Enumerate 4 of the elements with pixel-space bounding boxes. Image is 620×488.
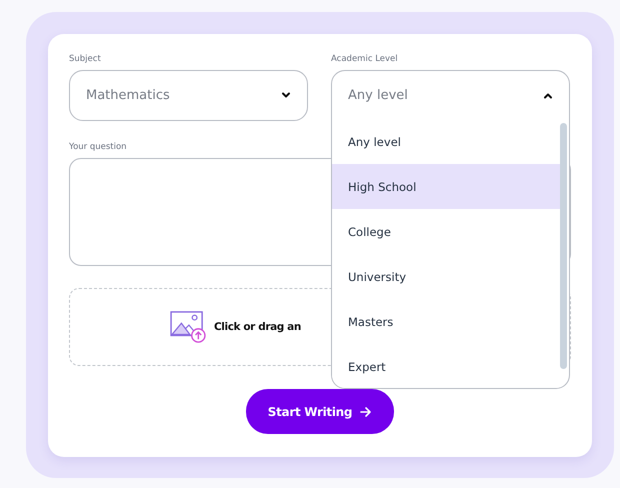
upload-text: Click or drag an [214, 321, 301, 333]
field-label: Academic Level [331, 54, 398, 64]
field-label: Subject [69, 54, 101, 64]
field-label: Your question [69, 142, 127, 152]
